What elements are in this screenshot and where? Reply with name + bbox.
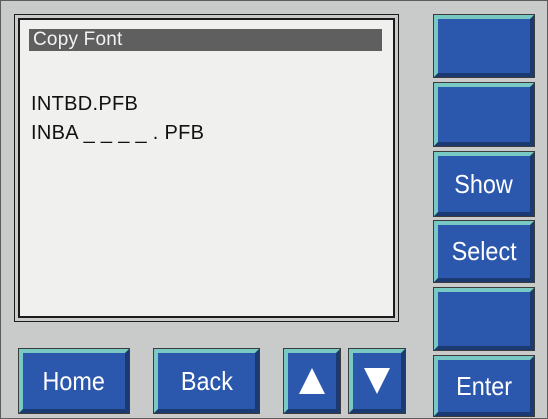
enter-button-label: Enter — [456, 370, 512, 401]
device-panel: Copy Font INTBD.PFB INBA _ _ _ _ . PFB S… — [0, 0, 548, 419]
source-font-filename: INTBD.PFB — [31, 93, 139, 115]
up-button[interactable] — [283, 348, 341, 414]
screen-title: Copy Font — [29, 29, 382, 51]
home-button[interactable]: Home — [18, 348, 130, 414]
show-button[interactable]: Show — [433, 151, 535, 217]
show-button-label: Show — [454, 168, 514, 199]
side-button-1[interactable] — [433, 14, 535, 78]
lcd-display: Copy Font INTBD.PFB INBA _ _ _ _ . PFB — [14, 14, 399, 322]
down-arrow-icon — [364, 368, 390, 394]
side-button-5[interactable] — [433, 287, 535, 351]
back-button[interactable]: Back — [153, 348, 260, 414]
up-arrow-icon — [299, 368, 325, 394]
select-button-label: Select — [451, 236, 517, 266]
side-button-2[interactable] — [433, 82, 535, 147]
back-button-label: Back — [180, 365, 233, 396]
target-font-filename-field[interactable]: INBA _ _ _ _ . PFB — [31, 121, 204, 145]
enter-button[interactable]: Enter — [433, 355, 535, 417]
select-button[interactable]: Select — [433, 220, 535, 283]
down-button[interactable] — [348, 348, 406, 414]
home-button-label: Home — [42, 365, 106, 396]
